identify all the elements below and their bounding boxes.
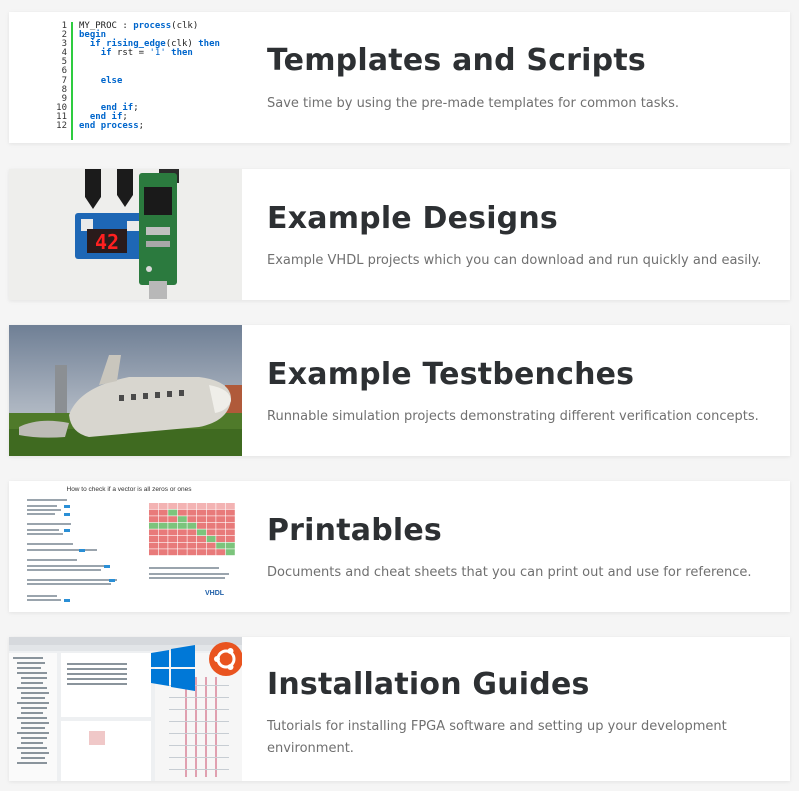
line-numbers: 1 2 3 4 5 6 7 8 9 10 11 12 (55, 21, 67, 132)
card-title[interactable]: Example Designs (267, 201, 770, 237)
card-title[interactable]: Example Testbenches (267, 357, 770, 393)
fpga-board-photo: 42 (9, 169, 242, 300)
software-screenshot-thumbnail (9, 637, 242, 781)
code-line: end process; (79, 121, 145, 132)
card-title[interactable]: Printables (267, 513, 770, 549)
card-description: Runnable simulation projects demonstrati… (267, 409, 759, 424)
seven-segment-display: 42 (95, 230, 119, 254)
card-printables[interactable]: How to check if a vector is all zeros or… (9, 481, 790, 612)
card-example-testbenches[interactable]: Example Testbenches Runnable simulation … (9, 325, 790, 456)
code-lines: MY_PROC : process(clk) begin if rising_ed… (79, 21, 220, 132)
card-description-line: Tutorials for installing FPGA software a… (267, 719, 727, 734)
ubuntu-logo-icon (209, 642, 242, 676)
card-description: Save time by using the pre-made template… (267, 96, 679, 111)
card-templates-and-scripts[interactable]: 1 2 3 4 5 6 7 8 9 10 11 12 MY_PROC : process(clk) be… (9, 12, 790, 143)
sheet-title: How to check if a vector is all zeros or… (67, 486, 193, 493)
card-description: Tutorials for installing FPGA software a… (267, 716, 770, 760)
card-installation-guides[interactable]: Installation Guides Tutorials for instal… (9, 637, 790, 781)
line-number: 12 (56, 121, 67, 132)
code-line: if rst = '1' then (100, 48, 193, 59)
card-title[interactable]: Installation Guides (267, 667, 770, 703)
svg-text:VHDL: VHDL (205, 590, 225, 597)
cheat-sheet-thumbnail: How to check if a vector is all zeros or… (9, 481, 242, 612)
card-description-line: environment. (267, 741, 354, 756)
code-thumbnail: 1 2 3 4 5 6 7 8 9 10 11 12 MY_PROC : process(clk) be… (9, 12, 242, 143)
card-description: Documents and cheat sheets that you can … (267, 565, 752, 580)
code-gutter-bar (71, 22, 73, 140)
card-example-designs[interactable]: 42 Example Designs Example VHDL projects… (9, 169, 790, 300)
code-line: else (100, 75, 123, 86)
card-title[interactable]: Templates and Scripts (267, 43, 770, 79)
airplane-photo (9, 325, 242, 456)
card-description: Example VHDL projects which you can down… (267, 253, 762, 268)
